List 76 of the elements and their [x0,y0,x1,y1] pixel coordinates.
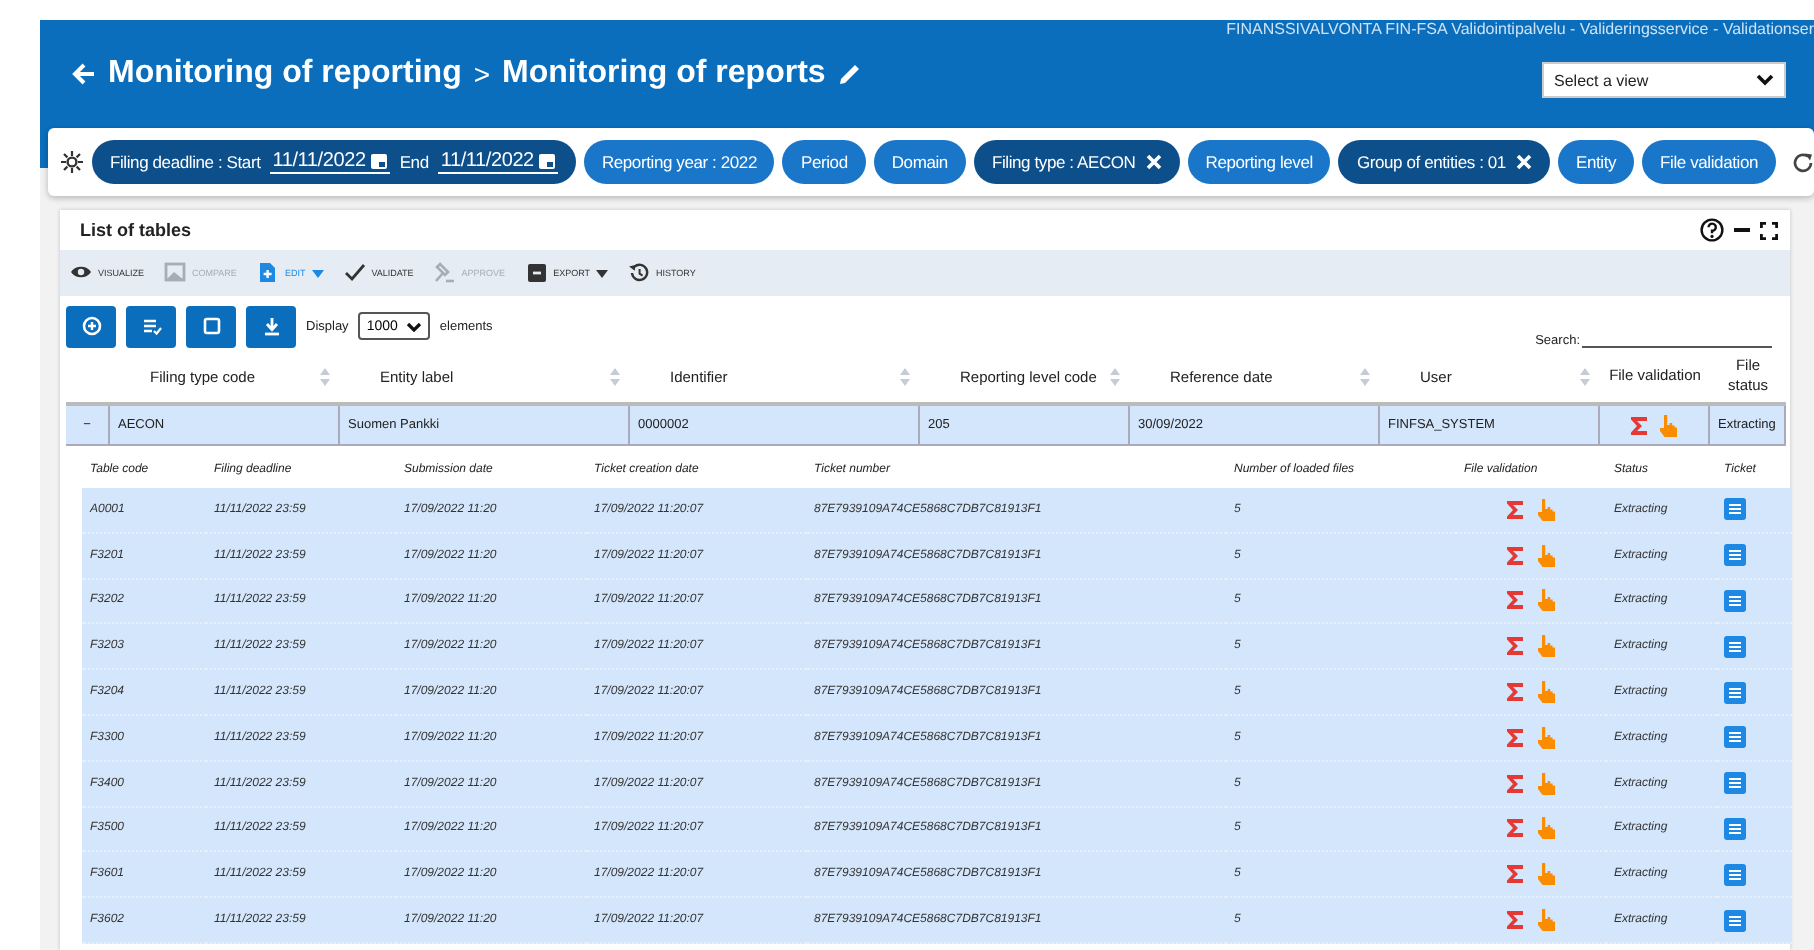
back-arrow-icon[interactable] [72,62,96,86]
action-button[interactable] [186,305,236,347]
chevron-down-icon [405,321,422,331]
service-title: FINANSSIVALVONTA FIN-FSA Validointipalvelu - Valideringsservice - Validationser [1226,20,1814,38]
document-icon [256,262,279,284]
panel-title: List of tables [80,220,192,240]
filter-chip[interactable]: Reporting year : 2022 [583,140,775,184]
fullscreen-icon[interactable] [1760,221,1778,239]
sigma-icon[interactable] [1506,818,1524,839]
caret-icon [311,269,324,277]
filter-chip[interactable]: Entity [1557,140,1635,184]
action-button[interactable] [66,305,116,347]
close-icon[interactable] [1145,154,1162,170]
action-button[interactable] [126,305,176,347]
help-icon[interactable] [1700,218,1724,242]
filter-chip[interactable]: Filing deadline : Start 11/11/2022 End 11/11/2022 [92,140,576,184]
sigma-icon[interactable] [1506,773,1524,794]
sigma-icon[interactable] [1506,545,1524,566]
pointing-hand-icon[interactable] [1536,816,1556,841]
view-select[interactable]: Select a view [1542,62,1786,98]
filter-chip[interactable]: Filing type : AECON [973,140,1180,184]
sigma-icon[interactable] [1506,910,1524,931]
calendar-icon[interactable] [537,152,556,170]
download-icon [261,316,281,336]
pointing-hand-icon[interactable] [1536,908,1556,933]
filter-label: Filing deadline : Start [110,152,261,172]
filter-label: End [399,152,429,172]
ticket-icon[interactable] [1724,681,1746,704]
filter-chip[interactable]: File validation [1642,140,1777,184]
sigma-icon[interactable] [1506,636,1524,657]
ticket-icon[interactable] [1724,726,1746,749]
close-icon[interactable] [1515,154,1532,170]
page-title: Monitoring of reports [502,56,826,92]
sigma-icon[interactable] [1506,499,1524,520]
pointing-hand-icon[interactable] [1658,413,1678,437]
square-icon [201,316,221,336]
action-button[interactable] [246,305,296,347]
checklist-icon [141,316,161,336]
ticket-icon[interactable] [1724,589,1746,612]
pointing-hand-icon[interactable] [1536,634,1556,659]
pointing-hand-icon[interactable] [1536,771,1556,796]
pointing-hand-icon[interactable] [1536,680,1556,705]
pointing-hand-icon[interactable] [1536,725,1556,750]
calendar-icon[interactable] [369,152,388,170]
ticket-icon[interactable] [1724,498,1746,521]
pointing-hand-icon[interactable] [1536,588,1556,613]
date-field[interactable]: 11/11/2022 [270,150,390,174]
chevron-down-icon [1756,74,1774,86]
sigma-icon[interactable] [1506,682,1524,703]
pointing-hand-icon[interactable] [1536,862,1556,887]
date-field[interactable]: 11/11/2022 [438,150,558,174]
sigma-icon[interactable] [1506,727,1524,748]
plus-circle-icon [81,316,101,336]
ticket-icon[interactable] [1724,863,1746,886]
pointing-hand-icon[interactable] [1536,543,1556,568]
pencil-icon[interactable] [837,62,862,86]
ticket-icon[interactable] [1724,772,1746,795]
filter-chip[interactable]: Group of entities : 01 [1338,140,1550,184]
image-icon [164,262,187,284]
pointing-hand-icon[interactable] [1536,497,1556,522]
ticket-icon[interactable] [1724,544,1746,567]
filter-chip[interactable]: Domain [873,140,966,184]
breadcrumb-separator: > [473,58,491,90]
filter-chip[interactable]: Period [782,140,866,184]
breadcrumb-link[interactable]: Monitoring of reporting [108,56,462,92]
ticket-icon[interactable] [1724,635,1746,658]
ticket-icon[interactable] [1724,909,1746,932]
sigma-icon[interactable] [1506,864,1524,885]
refresh-icon[interactable] [1792,151,1814,173]
history-icon [627,262,650,284]
check-icon [343,262,366,284]
ticket-icon[interactable] [1724,817,1746,840]
sigma-icon[interactable] [1506,590,1524,611]
caret-icon [595,269,608,277]
sigma-icon[interactable] [1630,415,1648,435]
filter-chip[interactable]: Reporting level [1187,140,1331,184]
